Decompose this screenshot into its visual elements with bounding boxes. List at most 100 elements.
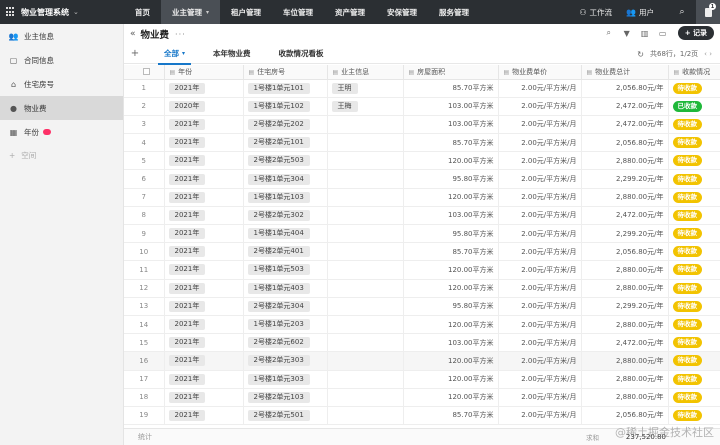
room-cell[interactable]: 2号楼2单元401 (243, 242, 328, 262)
year-cell[interactable]: 2021年 (164, 388, 244, 407)
area-cell[interactable]: 85.70平方米 (403, 79, 499, 98)
chart-icon[interactable]: ▥ (638, 26, 652, 40)
room-cell[interactable]: 1号楼1单元404 (243, 224, 328, 244)
status-cell[interactable]: 待收款 (668, 406, 720, 426)
status-cell[interactable]: 待收款 (668, 333, 720, 353)
table-row[interactable]: 12 2021年 1号楼1单元403 120.00平方米 2.00元/平方米/月 2,88… (124, 279, 720, 298)
owner-cell[interactable] (327, 333, 404, 353)
add-view-button[interactable]: + (124, 48, 146, 59)
total-cell[interactable]: 2,299.20元/年 (581, 297, 669, 316)
tab-1[interactable]: 本年物业费 (203, 44, 261, 64)
year-cell[interactable]: 2021年 (164, 260, 244, 280)
status-cell[interactable]: 待收款 (668, 224, 720, 244)
owner-cell[interactable]: 王梅 (327, 97, 404, 116)
sidebar-item-3[interactable]: ● 物业费 (0, 96, 123, 120)
year-cell[interactable]: 2021年 (164, 279, 244, 298)
unit-price-cell[interactable]: 2.00元/平方米/月 (498, 169, 582, 189)
select-all-checkbox[interactable] (142, 68, 150, 76)
year-cell[interactable]: 2021年 (164, 297, 244, 316)
total-cell[interactable]: 2,880.00元/年 (581, 188, 669, 207)
total-cell[interactable]: 2,880.00元/年 (581, 151, 669, 171)
room-cell[interactable]: 2号楼2单元101 (243, 133, 328, 153)
filter-icon[interactable]: ▼ (620, 26, 634, 40)
table-row[interactable]: 1 2021年 1号楼1单元101 王明 85.70平方米 2.00元/平方米/月 2,05… (124, 79, 720, 98)
unit-price-cell[interactable]: 2.00元/平方米/月 (498, 97, 582, 116)
status-cell[interactable]: 待收款 (668, 133, 720, 153)
table-row[interactable]: 9 2021年 1号楼1单元404 95.80平方米 2.00元/平方米/月 2,299.… (124, 224, 720, 244)
year-cell[interactable]: 2021年 (164, 333, 244, 353)
room-cell[interactable]: 1号楼1单元102 (243, 97, 328, 116)
area-cell[interactable]: 120.00平方米 (403, 151, 499, 171)
room-cell[interactable]: 2号楼2单元503 (243, 151, 328, 171)
column-header[interactable]: ▤ 住宅房号 (243, 65, 328, 80)
owner-cell[interactable] (327, 151, 404, 171)
unit-price-cell[interactable]: 2.00元/平方米/月 (498, 351, 582, 371)
table-row[interactable]: 6 2021年 1号楼1单元304 95.80平方米 2.00元/平方米/月 2,299.… (124, 169, 720, 189)
owner-cell[interactable] (327, 370, 404, 389)
status-cell[interactable]: 已收款 (668, 97, 720, 116)
nav-item-3[interactable]: 车位管理 (272, 0, 324, 24)
table-row[interactable]: 14 2021年 1号楼1单元203 120.00平方米 2.00元/平方米/月 2,88… (124, 315, 720, 335)
area-cell[interactable]: 120.00平方米 (403, 188, 499, 207)
table-row[interactable]: 15 2021年 2号楼2单元602 103.00平方米 2.00元/平方米/月 2,47… (124, 333, 720, 353)
year-cell[interactable]: 2021年 (164, 206, 244, 226)
total-cell[interactable]: 2,472.00元/年 (581, 333, 669, 353)
table-row[interactable]: 18 2021年 2号楼2单元103 120.00平方米 2.00元/平方米/月 2,88… (124, 388, 720, 407)
area-cell[interactable]: 103.00平方米 (403, 97, 499, 116)
owner-cell[interactable] (327, 188, 404, 207)
status-cell[interactable]: 待收款 (668, 388, 720, 407)
workflow-button[interactable]: ⚇ 工作流 (579, 7, 612, 18)
status-cell[interactable]: 待收款 (668, 169, 720, 189)
search-icon[interactable]: ⌕ (602, 26, 616, 40)
total-cell[interactable]: 2,880.00元/年 (581, 315, 669, 335)
sidebar-item-1[interactable]: ▢ 合同信息 (0, 48, 123, 72)
year-cell[interactable]: 2021年 (164, 351, 244, 371)
room-cell[interactable]: 1号楼1单元103 (243, 188, 328, 207)
table-row[interactable]: 19 2021年 2号楼2单元501 85.70平方米 2.00元/平方米/月 2,056… (124, 406, 720, 426)
area-cell[interactable]: 120.00平方米 (403, 370, 499, 389)
area-cell[interactable]: 120.00平方米 (403, 260, 499, 280)
status-cell[interactable]: 待收款 (668, 206, 720, 226)
year-cell[interactable]: 2021年 (164, 115, 244, 135)
unit-price-cell[interactable]: 2.00元/平方米/月 (498, 406, 582, 426)
sidebar-add-item[interactable]: + 空间 (0, 144, 123, 166)
unit-price-cell[interactable]: 2.00元/平方米/月 (498, 260, 582, 280)
table-row[interactable]: 2 2020年 1号楼1单元102 王梅 103.00平方米 2.00元/平方米/月 2,4… (124, 97, 720, 116)
refresh-icon[interactable]: ↻ (637, 50, 644, 59)
owner-cell[interactable] (327, 206, 404, 226)
status-cell[interactable]: 待收款 (668, 351, 720, 371)
unit-price-cell[interactable]: 2.00元/平方米/月 (498, 242, 582, 262)
area-cell[interactable]: 103.00平方米 (403, 115, 499, 135)
unit-price-cell[interactable]: 2.00元/平方米/月 (498, 388, 582, 407)
area-cell[interactable]: 85.70平方米 (403, 242, 499, 262)
owner-cell[interactable] (327, 115, 404, 135)
unit-price-cell[interactable]: 2.00元/平方米/月 (498, 279, 582, 298)
room-cell[interactable]: 2号楼2单元304 (243, 297, 328, 316)
owner-cell[interactable] (327, 388, 404, 407)
owner-cell[interactable] (327, 133, 404, 153)
area-cell[interactable]: 95.80平方米 (403, 169, 499, 189)
unit-price-cell[interactable]: 2.00元/平方米/月 (498, 79, 582, 98)
room-cell[interactable]: 1号楼1单元503 (243, 260, 328, 280)
column-header[interactable]: ▤ 业主信息 (327, 65, 404, 80)
tab-0[interactable]: 全部 ▾ (154, 44, 195, 65)
table-row[interactable]: 10 2021年 2号楼2单元401 85.70平方米 2.00元/平方米/月 2,056… (124, 242, 720, 262)
status-cell[interactable]: 待收款 (668, 315, 720, 335)
year-cell[interactable]: 2021年 (164, 79, 244, 98)
table-row[interactable]: 8 2021年 2号楼2单元302 103.00平方米 2.00元/平方米/月 2,472… (124, 206, 720, 226)
comment-icon[interactable]: ▭ (656, 26, 670, 40)
column-header[interactable]: ▤ 物业费总计 (581, 65, 669, 80)
column-header[interactable]: ▤ 房屋面积 (403, 65, 499, 80)
area-cell[interactable]: 95.80平方米 (403, 297, 499, 316)
nav-item-2[interactable]: 租户管理 (220, 0, 272, 24)
table-row[interactable]: 4 2021年 2号楼2单元101 85.70平方米 2.00元/平方米/月 2,056.… (124, 133, 720, 153)
table-row[interactable]: 16 2021年 2号楼2单元303 120.00平方米 2.00元/平方米/月 2,88… (124, 351, 720, 371)
table-row[interactable]: 17 2021年 1号楼1单元303 120.00平方米 2.00元/平方米/月 2,88… (124, 370, 720, 389)
owner-cell[interactable] (327, 297, 404, 316)
more-options-icon[interactable]: ··· (175, 30, 186, 39)
area-cell[interactable]: 103.00平方米 (403, 333, 499, 353)
select-all-header[interactable] (124, 65, 165, 80)
year-cell[interactable]: 2021年 (164, 169, 244, 189)
total-cell[interactable]: 2,880.00元/年 (581, 370, 669, 389)
notifications-button[interactable]: 1 (696, 0, 720, 24)
